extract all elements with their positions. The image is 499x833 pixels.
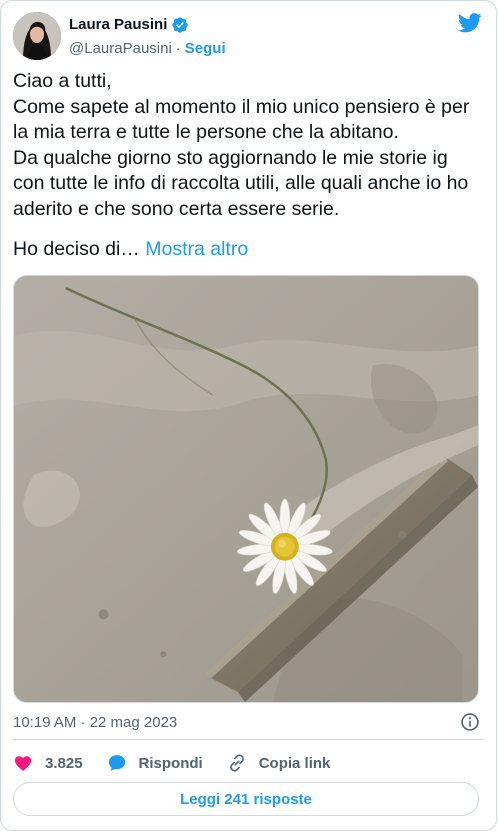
like-button[interactable]: 3.825 <box>13 753 83 773</box>
heart-icon <box>14 756 32 771</box>
twitter-bird-icon[interactable] <box>458 12 482 34</box>
like-count: 3.825 <box>45 754 83 772</box>
show-more-link[interactable]: Mostra altro <box>145 238 248 260</box>
author-info: Laura Pausini @LauraPausini · Segui <box>69 15 226 58</box>
reply-label: Rispondi <box>138 754 203 772</box>
reply-bubble-icon <box>108 755 125 771</box>
follow-button[interactable]: Segui <box>185 40 226 57</box>
copy-link-button[interactable]: Copia link <box>227 753 331 773</box>
reply-button[interactable]: Rispondi <box>107 753 203 773</box>
divider <box>13 739 484 740</box>
photo-daisy-in-mud <box>14 276 478 702</box>
tweet-card: Laura Pausini @LauraPausini · Segui Ciao… <box>0 0 497 831</box>
avatar-image <box>13 12 61 60</box>
link-icon <box>229 754 244 772</box>
tweet-header: Laura Pausini @LauraPausini · Segui <box>13 12 484 60</box>
info-icon[interactable] <box>460 712 480 732</box>
read-replies-button[interactable]: Leggi 241 risposte <box>13 782 479 816</box>
tweet-meta: 10:19 AM · 22 mag 2023 <box>13 711 484 733</box>
avatar[interactable] <box>13 12 61 60</box>
handle-row: @LauraPausini · Segui <box>69 38 226 58</box>
display-name[interactable]: Laura Pausini <box>69 15 167 35</box>
tweet-actions: 3.825 Rispondi Copia link <box>13 751 484 775</box>
tweet-photo[interactable] <box>13 275 479 703</box>
truncated-text-row: Ho deciso di… Mostra altro <box>13 237 248 263</box>
verified-badge-icon <box>172 17 189 33</box>
timestamp[interactable]: 10:19 AM · 22 mag 2023 <box>13 714 177 731</box>
copy-link-label: Copia link <box>258 754 331 772</box>
separator-dot: · <box>175 39 181 57</box>
truncated-text: Ho deciso di… <box>13 238 140 260</box>
display-name-row: Laura Pausini <box>69 15 226 35</box>
handle[interactable]: @LauraPausini <box>69 40 172 57</box>
tweet-text: Ciao a tutti, Come sapete al momento il … <box>13 70 470 220</box>
